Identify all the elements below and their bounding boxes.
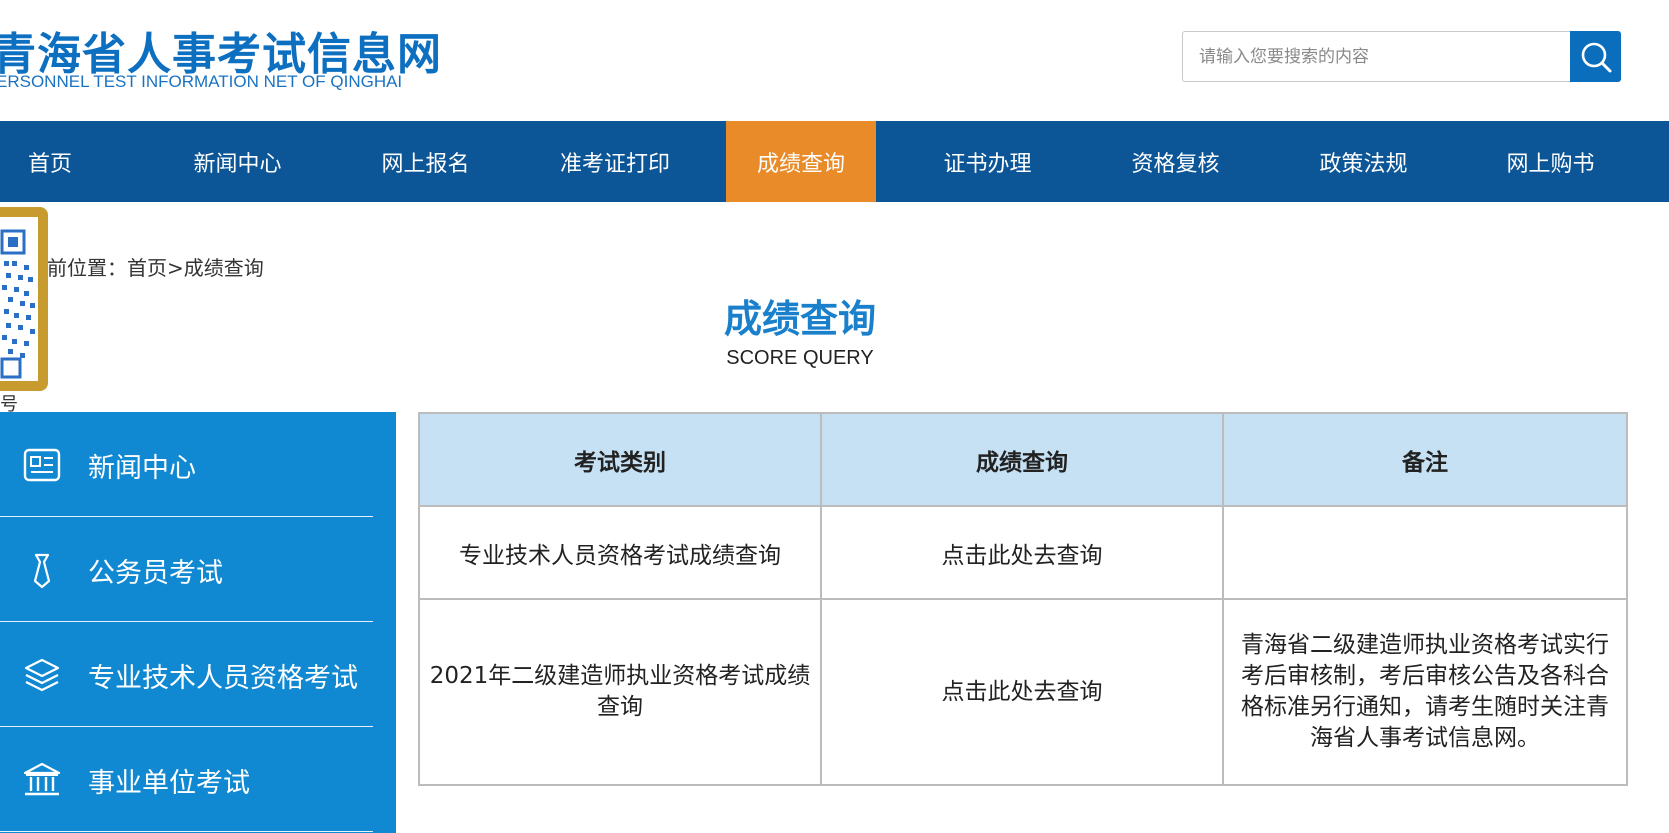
cell-category: 专业技术人员资格考试成绩查询 [418,505,822,600]
table-header-row: 考试类别 成绩查询 备注 [418,412,1628,507]
search-input[interactable] [1182,31,1571,82]
breadcrumb[interactable]: 前位置：首页>成绩查询 [47,252,264,281]
sidebar-item-public-institution[interactable]: 事业单位考试 [0,727,373,832]
sidebar-item-civil-servant[interactable]: 公务员考试 [0,517,373,622]
bank-icon [22,761,62,799]
site-logo-subtitle: ERSONNEL TEST INFORMATION NET OF QINGHAI [0,72,403,91]
nav-item-policy[interactable]: 政策法规 [1296,121,1431,202]
cell-category: 2021年二级建造师执业资格考试成绩查询 [418,598,822,786]
nav-item-book-purchase[interactable]: 网上购书 [1483,121,1618,202]
cell-query: 点击此处去查询 [820,505,1224,600]
nav-item-admission-ticket[interactable]: 准考证打印 [540,121,690,202]
nav-item-certificate[interactable]: 证书办理 [920,121,1055,202]
nav-item-qualification-review[interactable]: 资格复核 [1108,121,1243,202]
search-icon [1581,42,1611,72]
qr-code-icon [0,229,35,379]
news-icon [22,446,62,484]
score-query-table: 考试类别 成绩查询 备注 专业技术人员资格考试成绩查询 点击此处去查询 2021… [418,412,1628,786]
sidebar-item-professional-exam[interactable]: 专业技术人员资格考试 [0,622,373,727]
column-header-query: 成绩查询 [820,412,1224,507]
nav-item-news[interactable]: 新闻中心 [170,121,305,202]
cell-note [1222,505,1628,600]
table-row: 专业技术人员资格考试成绩查询 点击此处去查询 [418,505,1628,600]
tie-icon [22,551,62,589]
cell-note: 青海省二级建造师执业资格考试实行考后审核制，考后审核公告及各科合格标准另行通知，… [1222,598,1628,786]
sidebar-item-label: 事业单位考试 [88,768,250,799]
nav-item-score-query[interactable]: 成绩查询 [726,121,876,202]
nav-item-registration[interactable]: 网上报名 [358,121,493,202]
layers-icon [22,656,62,694]
sidebar: 新闻中心 公务员考试 专业技术人员资格考试 事业单位考试 [0,412,396,833]
sidebar-item-label: 公务员考试 [88,558,223,589]
page-subtitle: SCORE QUERY [726,347,874,369]
query-link[interactable]: 点击此处去查询 [942,543,1103,569]
nav-item-home[interactable]: 首页 [0,121,100,202]
sidebar-item-news[interactable]: 新闻中心 [0,412,373,517]
search-button[interactable] [1570,31,1621,82]
wechat-qr-card[interactable] [0,207,48,391]
main-nav: 首页 新闻中心 网上报名 准考证打印 成绩查询 证书办理 资格复核 政策法规 网… [0,121,1669,202]
cell-query: 点击此处去查询 [820,598,1224,786]
query-link[interactable]: 点击此处去查询 [942,679,1103,705]
column-header-note: 备注 [1222,412,1628,507]
sidebar-item-label: 专业技术人员资格考试 [88,663,358,694]
column-header-category: 考试类别 [418,412,822,507]
sidebar-item-label: 新闻中心 [88,453,196,484]
table-row: 2021年二级建造师执业资格考试成绩查询 点击此处去查询 青海省二级建造师执业资… [418,598,1628,786]
page-title: 成绩查询 [723,297,876,341]
